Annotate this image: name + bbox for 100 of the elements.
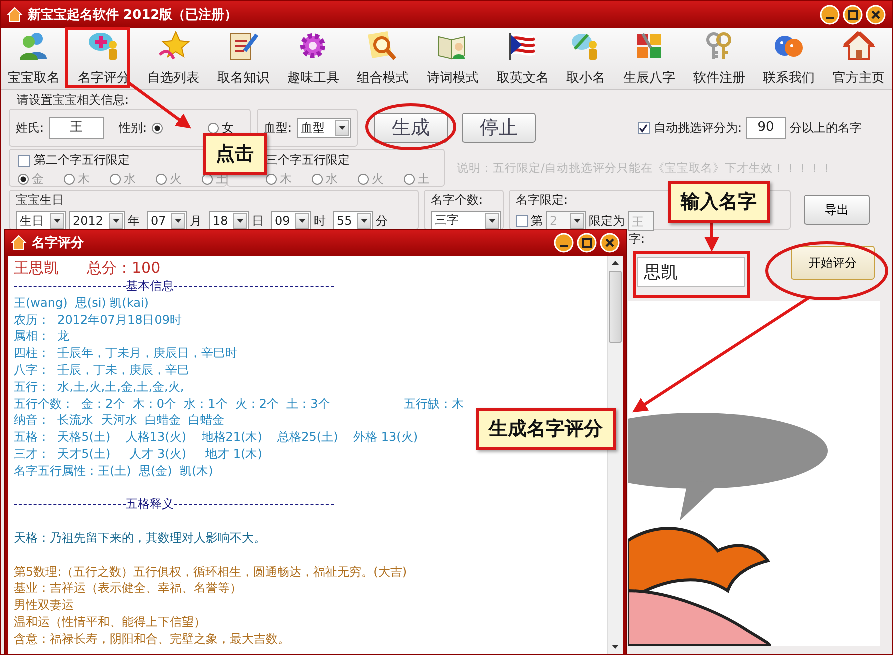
caret-icon [54,219,60,223]
unit-label: 日 [252,212,264,230]
scrollbar[interactable] [607,256,623,654]
radio-button[interactable] [404,174,415,185]
option-label: 火 [170,171,182,188]
radio-button[interactable] [208,122,219,134]
radio-button[interactable] [202,174,213,185]
toolbar-button[interactable]: 联系我们 [762,31,816,87]
info-line: 纳音： 长流水 天河水 白蜡金 白蜡金 [14,412,225,430]
toolbar-button[interactable]: 宝宝取名 [7,31,61,87]
maximize-icon[interactable] [577,232,597,252]
close-icon[interactable] [866,4,886,24]
minimize-icon[interactable] [820,4,840,24]
field-label: 字: [629,231,646,248]
maximize-icon[interactable] [843,4,863,24]
close-icon[interactable] [600,232,620,252]
section-heading: 基本信息 [126,278,174,295]
dropdown[interactable]: 生日 [16,211,66,231]
radio-button[interactable] [110,174,121,185]
info-line: 属相： 龙 [14,328,70,346]
action-button[interactable]: 停止 [462,113,536,143]
total-score: 总分：100 [87,258,161,278]
radio-button[interactable] [358,174,369,185]
name-field[interactable]: 思凯 [637,257,745,287]
info-line: 王(wang) 思(si) 凯(kai) [14,294,149,312]
radio-button[interactable] [266,174,277,185]
toolbar-button[interactable]: 组合模式 [356,31,410,87]
unit-label: 分 [376,212,388,230]
toolbar-button[interactable]: 取小名 [566,31,607,87]
arrow [704,221,720,252]
house-icon [842,31,875,61]
field-label: 血型: [264,120,292,136]
surname-field[interactable]: 王 [49,117,104,139]
minimize-icon[interactable] [554,232,574,252]
info-line: 五行缺：木 [404,396,464,412]
option-label: 火 [372,171,384,188]
option-label: 金 [32,171,44,188]
scrollbar-thumb[interactable] [609,271,622,343]
toolbar-button[interactable]: 趣味工具 [286,31,340,87]
toolbar-button[interactable]: 名字评分 [76,31,131,87]
info-line: 第5数理:（五行之数）五行俱权，循环相生，圆通畅达，福祉无穷。(大吉) [14,564,408,580]
radio-button[interactable] [312,174,323,185]
people-icon [18,31,50,61]
caret-icon [360,219,368,223]
checkbox[interactable] [638,122,650,134]
info-line: 基业：吉祥运（表示健全、幸福、名誉等） [14,580,242,598]
unit-label: 月 [190,212,202,230]
radio-button[interactable] [18,174,29,185]
toolbar-button[interactable]: 取英文名 [496,31,550,87]
toolbar-button[interactable]: 官方主页 [832,31,886,87]
group-label: 名字个数: [431,192,484,209]
checkbox-label: 第 [531,212,543,230]
start-score-button[interactable]: 开始评分 [791,246,875,280]
toolbar-button[interactable]: 自选列表 [146,31,201,87]
section-label: 请设置宝宝相关信息: [17,92,130,109]
house-icon [11,234,27,250]
dropdown[interactable]: 07 [147,211,187,231]
option-label: 木 [280,171,292,188]
option-label: 土 [418,171,430,188]
dropdown[interactable]: 09 [271,211,311,231]
field-label: 性别: [118,120,147,136]
dialog-title: 名字评分 [32,234,84,252]
action-button[interactable]: 生成 [374,113,448,143]
check-icon [639,124,648,132]
toolbar-button[interactable]: 生辰八字 [622,31,676,87]
option-label: 水 [124,171,136,188]
field-label: 限定为 [589,212,625,230]
info-line: 农历： 2012年07月18日09时 [14,312,182,328]
info-line: 五格： 天格5(土) 人格13(火) 地格21(木) 总格25(土) 外格 13(火) [14,429,418,446]
dropdown[interactable]: 2012 [69,211,125,231]
score-field[interactable]: 90 [746,117,786,139]
toolbar-button[interactable]: 取名知识 [216,31,270,87]
dropdown[interactable]: 血型 [297,118,352,138]
dropdown[interactable]: 55 [333,211,373,231]
group-label: 名字限定: [516,192,568,209]
toolbar-button[interactable]: 诗词模式 [426,31,480,87]
house-icon [7,6,23,22]
radio-button[interactable] [64,174,75,185]
caret-icon [488,218,496,222]
dropdown[interactable]: 三字 [431,211,501,230]
checkbox[interactable] [516,215,528,227]
checkbox[interactable] [18,154,30,166]
info-line: 男性双妻运 [14,597,74,614]
callout: 输入名字 [668,181,770,223]
window-title: 新宝宝起名软件 2012版（已注册） [28,6,238,24]
callout: 点击 [203,133,267,175]
caret-icon [338,126,346,130]
option-label: 水 [326,171,338,188]
radio-button[interactable] [152,122,163,134]
unit-label: 年 [128,212,140,230]
dropdown[interactable]: 18 [209,211,249,231]
section-heading: 五格释义 [126,496,174,514]
export-button[interactable]: 导出 [804,195,870,225]
highlight-frame [66,28,130,88]
checkbox-label: 第二个字五行限定 [34,152,130,169]
magnifier-icon [367,31,400,61]
toolbar-button[interactable]: 软件注册 [692,31,746,87]
callout: 生成名字评分 [476,408,616,450]
radio-button[interactable] [156,174,167,185]
info-line: 名字五行属性：王(土) 思(金) 凯(木) [14,462,214,480]
